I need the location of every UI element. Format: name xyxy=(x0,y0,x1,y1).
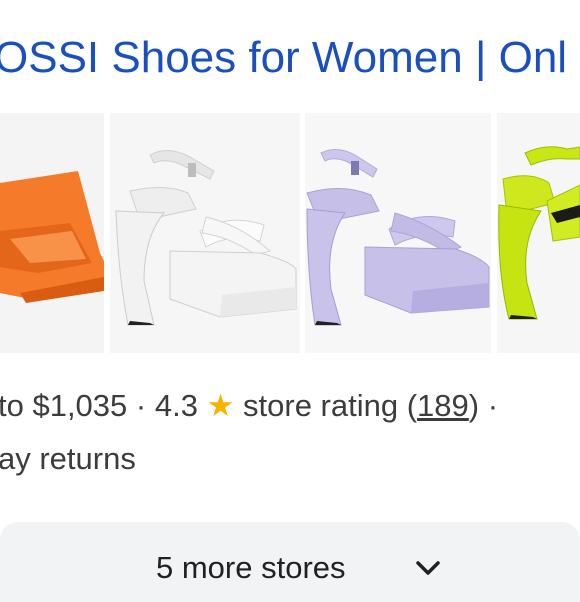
price-range: to $1,035 xyxy=(0,388,128,423)
product-image-strip xyxy=(0,113,580,353)
product-thumbnail-lime[interactable] xyxy=(497,113,580,353)
returns-policy-text: ay returns xyxy=(0,441,136,476)
paren-close: ) xyxy=(468,388,480,423)
review-count-link[interactable]: 189 xyxy=(417,388,469,423)
store-rating-label: store rating xyxy=(243,388,399,423)
product-thumbnail-lilac[interactable] xyxy=(305,113,491,353)
separator-dot: · xyxy=(479,388,499,423)
result-title-link[interactable]: OSSI Shoes for Women | Onl xyxy=(0,30,567,86)
store-rating-value: 4.3 xyxy=(154,388,198,423)
store-meta-line: to $1,035 · 4.3 ★ store rating (189) · xyxy=(0,384,498,428)
product-thumbnail-orange[interactable] xyxy=(0,113,104,353)
star-icon: ★ xyxy=(206,388,235,423)
chevron-down-icon[interactable] xyxy=(414,557,442,579)
more-stores-button[interactable]: 5 more stores xyxy=(156,546,346,590)
paren-open: ( xyxy=(406,388,418,423)
product-thumbnail-white[interactable] xyxy=(110,113,300,353)
separator-dot: · xyxy=(127,388,155,423)
